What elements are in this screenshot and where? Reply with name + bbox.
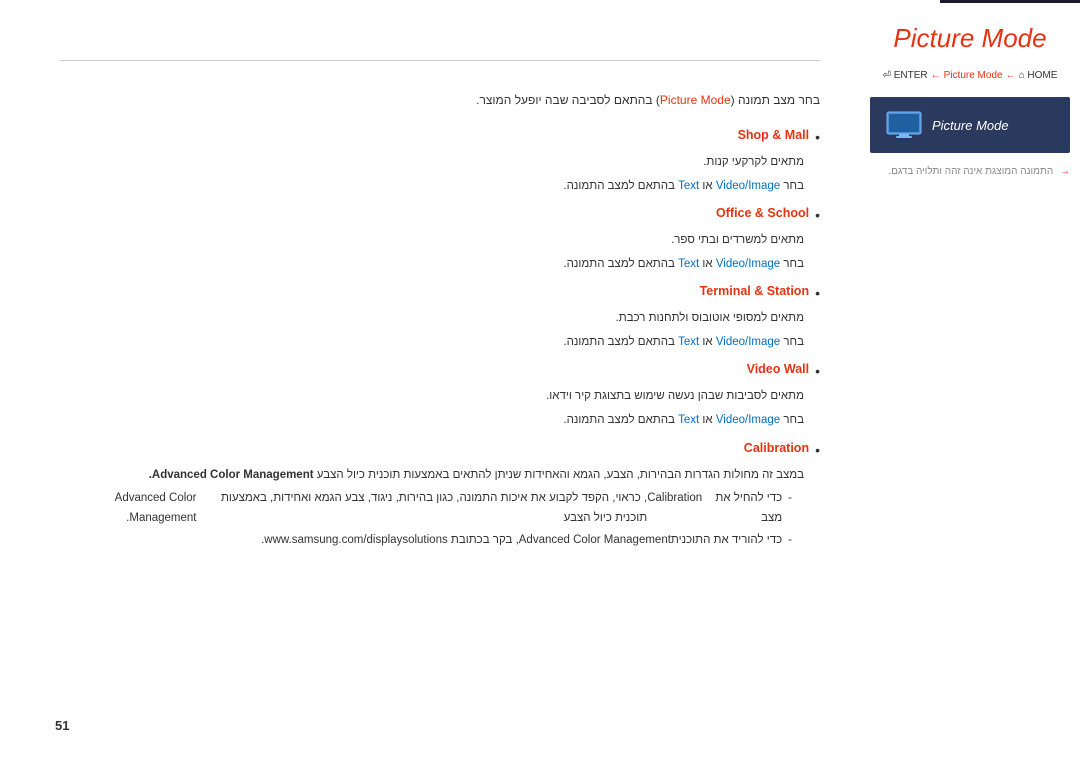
text-link: Text bbox=[678, 180, 699, 192]
calibration-title: Calibration bbox=[744, 441, 809, 455]
calibration-dash-items: כדי להחיל את מצב Calibration, כראוי, הקפ… bbox=[60, 489, 820, 551]
shop-mall-bullet: • Shop & Mall bbox=[60, 128, 820, 145]
calibration-dash1: כדי להחיל את מצב Calibration, כראוי, הקפ… bbox=[60, 489, 792, 528]
monitor-icon bbox=[886, 111, 922, 139]
terminal-station-sub2: בחר Video/Image או Text בהתאם למצב התמונ… bbox=[60, 333, 804, 353]
video-image-link3: Video/Image bbox=[716, 336, 780, 348]
video-wall-sub1: מתאים לסביבות שבהן נעשה שימוש בתצוגת קיר… bbox=[60, 387, 804, 407]
calibration-bullet: • Calibration bbox=[60, 441, 820, 458]
intro-text: בחר מצב תמונה (Picture Mode) בהתאם לסביב… bbox=[60, 91, 820, 110]
video-wall-sub2: בחר Video/Image או Text בהתאם למצב התמונ… bbox=[60, 411, 804, 431]
calibration-section: • Calibration במצב זה מחולות הגדרות הבהי… bbox=[60, 441, 820, 551]
breadcrumb-page: Picture Mode bbox=[944, 70, 1003, 81]
video-image-link4: Video/Image bbox=[716, 414, 780, 426]
bullet-dot: • bbox=[815, 207, 820, 223]
picture-mode-link: Picture Mode bbox=[660, 93, 731, 107]
shop-mall-sub1: מתאים לקרקעי קנות. bbox=[60, 153, 804, 173]
shop-mall-title: Shop & Mall bbox=[738, 128, 810, 142]
acm-bold3: Advanced Color Management bbox=[519, 531, 671, 551]
sidebar-top-line bbox=[940, 0, 1080, 3]
main-content: בחר מצב תמונה (Picture Mode) בהתאם לסביב… bbox=[0, 0, 860, 763]
breadcrumb: ⏎ ENTER ← Picture Mode ← ⌂ HOME bbox=[860, 70, 1080, 81]
acm-bold1: Advanced Color Management. bbox=[149, 469, 314, 481]
shop-mall-sub2: בחר Video/Image או Text בהתאם למצב התמונ… bbox=[60, 177, 804, 197]
video-wall-bullet: • Video Wall bbox=[60, 362, 820, 379]
acm-bold2: Advanced Color Management. bbox=[60, 489, 197, 528]
breadcrumb-arrow1: ← bbox=[931, 70, 941, 81]
bullet-dot: • bbox=[815, 129, 820, 145]
text-link3: Text bbox=[678, 336, 699, 348]
terminal-station-title: Terminal & Station bbox=[700, 284, 810, 298]
arrow-bullet-icon: → bbox=[1060, 166, 1070, 177]
preview-note: → התמונה המוצגת אינה זהה ותלויה בדגם. bbox=[860, 165, 1080, 179]
bullet-dot: • bbox=[815, 442, 820, 458]
office-school-sub1: מתאים למשרדים ובתי ספר. bbox=[60, 231, 804, 251]
preview-note-text: התמונה המוצגת אינה זהה ותלויה בדגם. bbox=[888, 166, 1053, 177]
sidebar-title: Picture Mode bbox=[860, 23, 1080, 54]
shop-mall-section: • Shop & Mall מתאים לקרקעי קנות. בחר Vid… bbox=[60, 128, 820, 196]
breadcrumb-arrow2: ← bbox=[1006, 70, 1016, 81]
preview-box: Picture Mode bbox=[870, 97, 1070, 153]
breadcrumb-home: ⌂ HOME bbox=[1019, 70, 1058, 81]
text-link4: Text bbox=[678, 414, 699, 426]
office-school-title: Office & School bbox=[716, 206, 809, 220]
office-school-sub2: בחר Video/Image או Text בהתאם למצב התמונ… bbox=[60, 255, 804, 275]
video-image-link2: Video/Image bbox=[716, 258, 780, 270]
preview-label: Picture Mode bbox=[932, 118, 1009, 133]
breadcrumb-enter: ⏎ ENTER bbox=[883, 70, 928, 81]
bullet-dot: • bbox=[815, 285, 820, 301]
calibration-dash2: כדי להוריד את התוכנית Advanced Color Man… bbox=[60, 531, 792, 551]
calibration-link: Calibration bbox=[647, 489, 702, 528]
calibration-text1: במצב זה מחולות הגדרות הבהירות, הצבע, הגמ… bbox=[60, 466, 804, 486]
bullet-dot: • bbox=[815, 363, 820, 379]
video-image-link: Video/Image bbox=[716, 180, 780, 192]
terminal-station-section: • Terminal & Station מתאים למסופי אוטובו… bbox=[60, 284, 820, 352]
terminal-station-bullet: • Terminal & Station bbox=[60, 284, 820, 301]
video-wall-section: • Video Wall מתאים לסביבות שבהן נעשה שימ… bbox=[60, 362, 820, 430]
terminal-station-sub1: מתאים למסופי אוטובוס ולתחנות רכבת. bbox=[60, 309, 804, 329]
text-link2: Text bbox=[678, 258, 699, 270]
right-sidebar: Picture Mode ⏎ ENTER ← Picture Mode ← ⌂ … bbox=[860, 0, 1080, 763]
top-divider bbox=[60, 60, 820, 61]
office-school-section: • Office & School מתאים למשרדים ובתי ספר… bbox=[60, 206, 820, 274]
office-school-bullet: • Office & School bbox=[60, 206, 820, 223]
page-number: 51 bbox=[55, 718, 69, 733]
video-wall-title: Video Wall bbox=[747, 362, 810, 376]
